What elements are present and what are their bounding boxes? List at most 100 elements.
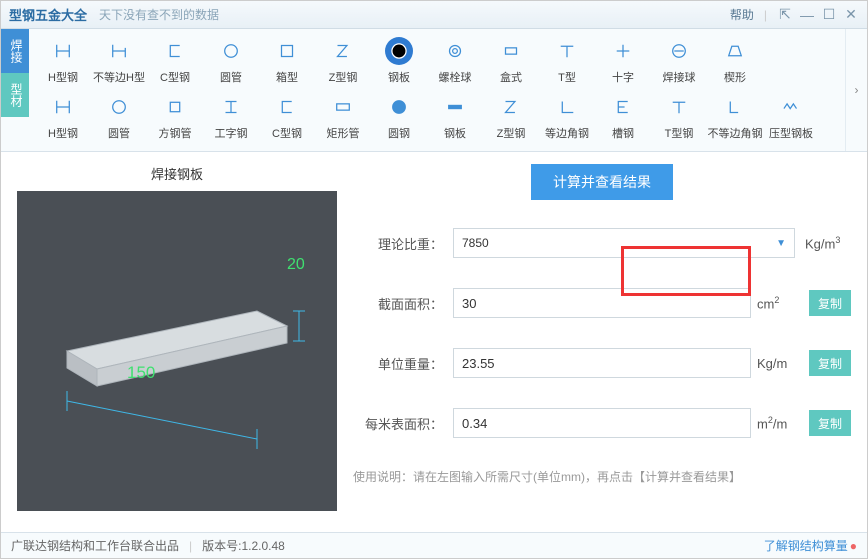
- profile-rp[interactable]: 圆管: [91, 91, 147, 143]
- profile-c2[interactable]: C型钢: [259, 91, 315, 143]
- ch-icon: [609, 93, 637, 121]
- profile-h[interactable]: H型钢: [35, 35, 91, 87]
- profile-plate[interactable]: 钢板: [371, 35, 427, 87]
- profile-rod[interactable]: 圆钢: [371, 91, 427, 143]
- ribbon-scroll-right[interactable]: ›: [845, 29, 867, 151]
- pl2-icon: [441, 93, 469, 121]
- usage-note: 使用说明：请在左图输入所需尺寸(单位mm)，再点击【计算并查看结果】: [353, 468, 851, 485]
- minimize-icon[interactable]: —: [799, 7, 815, 23]
- profile-label: 工字钢: [215, 125, 248, 141]
- profile-label: C型钢: [160, 69, 190, 85]
- profile-label: 圆管: [220, 69, 242, 85]
- i-icon: [217, 93, 245, 121]
- density-label: 理论比重：: [353, 234, 443, 253]
- surface-unit: m2/m: [757, 415, 803, 431]
- wball-icon: [665, 37, 693, 65]
- profile-label: 方钢管: [159, 125, 192, 141]
- profile-label: 不等边角钢: [708, 125, 763, 141]
- ribbon-row-section: H型钢 圆管 方钢管 工字钢 C型钢 矩形管 圆钢 钢板 Z型钢 等边角钢槽钢 T型钢不等边角钢压型…: [29, 89, 845, 145]
- ribbon-row-weld: H型钢不等边H型 C型钢 圆管 箱型 Z型钢钢板 螺栓球 盒式 T型 十字 焊接球 楔形: [29, 33, 845, 89]
- profile-ring[interactable]: 圆管: [203, 35, 259, 87]
- rect-icon: [329, 93, 357, 121]
- profile-rect[interactable]: 矩形管: [315, 91, 371, 143]
- pin-icon[interactable]: ⇱: [777, 7, 793, 23]
- calculate-button[interactable]: 计算并查看结果: [531, 164, 673, 200]
- h2-icon: [49, 93, 77, 121]
- ring-icon: [217, 37, 245, 65]
- app-subtitle: 天下没有查不到的数据: [99, 6, 219, 23]
- profile-z2[interactable]: Z型钢: [483, 91, 539, 143]
- highlight-box: [621, 246, 751, 296]
- profile-label: 圆管: [108, 125, 130, 141]
- z-icon: [329, 37, 357, 65]
- profile-label: 钢板: [388, 69, 410, 85]
- profile-t2[interactable]: T型钢: [651, 91, 707, 143]
- weight-label: 单位重量：: [353, 354, 443, 373]
- maximize-icon[interactable]: ☐: [821, 7, 837, 23]
- weight-input[interactable]: [453, 348, 751, 378]
- uh-icon: [105, 37, 133, 65]
- profile-uang[interactable]: 不等边角钢: [707, 91, 763, 143]
- rp-icon: [105, 93, 133, 121]
- copy-weight-button[interactable]: 复制: [809, 350, 851, 376]
- t-icon: [553, 37, 581, 65]
- diagram-canvas[interactable]: 20 150: [17, 191, 337, 511]
- app-title: 型钢五金大全: [9, 5, 87, 24]
- profile-label: 螺栓球: [439, 69, 472, 85]
- profile-uh[interactable]: 不等边H型: [91, 35, 147, 87]
- status-link[interactable]: 了解钢结构算量●: [764, 537, 857, 554]
- copy-surface-button[interactable]: 复制: [809, 410, 851, 436]
- z2-icon: [497, 93, 525, 121]
- profile-label: 焊接球: [663, 69, 696, 85]
- vtab-weld[interactable]: 焊接: [1, 29, 29, 73]
- profile-box[interactable]: 箱型: [259, 35, 315, 87]
- profile-bolt[interactable]: 螺栓球: [427, 35, 483, 87]
- plate-icon: [385, 37, 413, 65]
- dim-thickness[interactable]: 20: [287, 256, 305, 274]
- density-value: 7850: [462, 236, 489, 250]
- profile-wedge[interactable]: 楔形: [707, 35, 763, 87]
- dim-width[interactable]: 150: [127, 363, 155, 383]
- profile-label: 钢板: [444, 125, 466, 141]
- profile-label: T型钢: [665, 125, 694, 141]
- profile-z[interactable]: Z型钢: [315, 35, 371, 87]
- profile-label: 箱型: [276, 69, 298, 85]
- area-unit: cm2: [757, 295, 803, 311]
- status-version: 版本号:1.2.0.48: [202, 537, 285, 554]
- profile-label: 盒式: [500, 69, 522, 85]
- area-label: 截面面积：: [353, 294, 443, 313]
- profile-label: H型钢: [48, 125, 78, 141]
- profile-label: 圆钢: [388, 125, 410, 141]
- profile-ch[interactable]: 槽钢: [595, 91, 651, 143]
- ang-icon: [553, 93, 581, 121]
- copy-area-button[interactable]: 复制: [809, 290, 851, 316]
- profile-pl2[interactable]: 钢板: [427, 91, 483, 143]
- profile-label: T型: [558, 69, 576, 85]
- profile-label: 楔形: [724, 69, 746, 85]
- profile-h2[interactable]: H型钢: [35, 91, 91, 143]
- profile-hex[interactable]: 盒式: [483, 35, 539, 87]
- profile-c[interactable]: C型钢: [147, 35, 203, 87]
- profile-t[interactable]: T型: [539, 35, 595, 87]
- help-link[interactable]: 帮助: [730, 6, 754, 23]
- profile-label: H型钢: [48, 69, 78, 85]
- profile-label: C型钢: [272, 125, 302, 141]
- cross-icon: [609, 37, 637, 65]
- vtab-section[interactable]: 型材: [1, 73, 29, 117]
- surface-input[interactable]: [453, 408, 751, 438]
- profile-label: 等边角钢: [545, 125, 589, 141]
- profile-press[interactable]: 压型钢板: [763, 91, 819, 143]
- close-icon[interactable]: ✕: [843, 7, 859, 23]
- profile-label: 不等边H型: [93, 69, 145, 85]
- profile-i[interactable]: 工字钢: [203, 91, 259, 143]
- profile-label: 十字: [612, 69, 634, 85]
- profile-ang[interactable]: 等边角钢: [539, 91, 595, 143]
- profile-sq[interactable]: 方钢管: [147, 91, 203, 143]
- c2-icon: [273, 93, 301, 121]
- profile-label: 矩形管: [327, 125, 360, 141]
- profile-cross[interactable]: 十字: [595, 35, 651, 87]
- bolt-icon: [441, 37, 469, 65]
- profile-wball[interactable]: 焊接球: [651, 35, 707, 87]
- surface-label: 每米表面积：: [353, 414, 443, 433]
- profile-label: Z型钢: [497, 125, 526, 141]
